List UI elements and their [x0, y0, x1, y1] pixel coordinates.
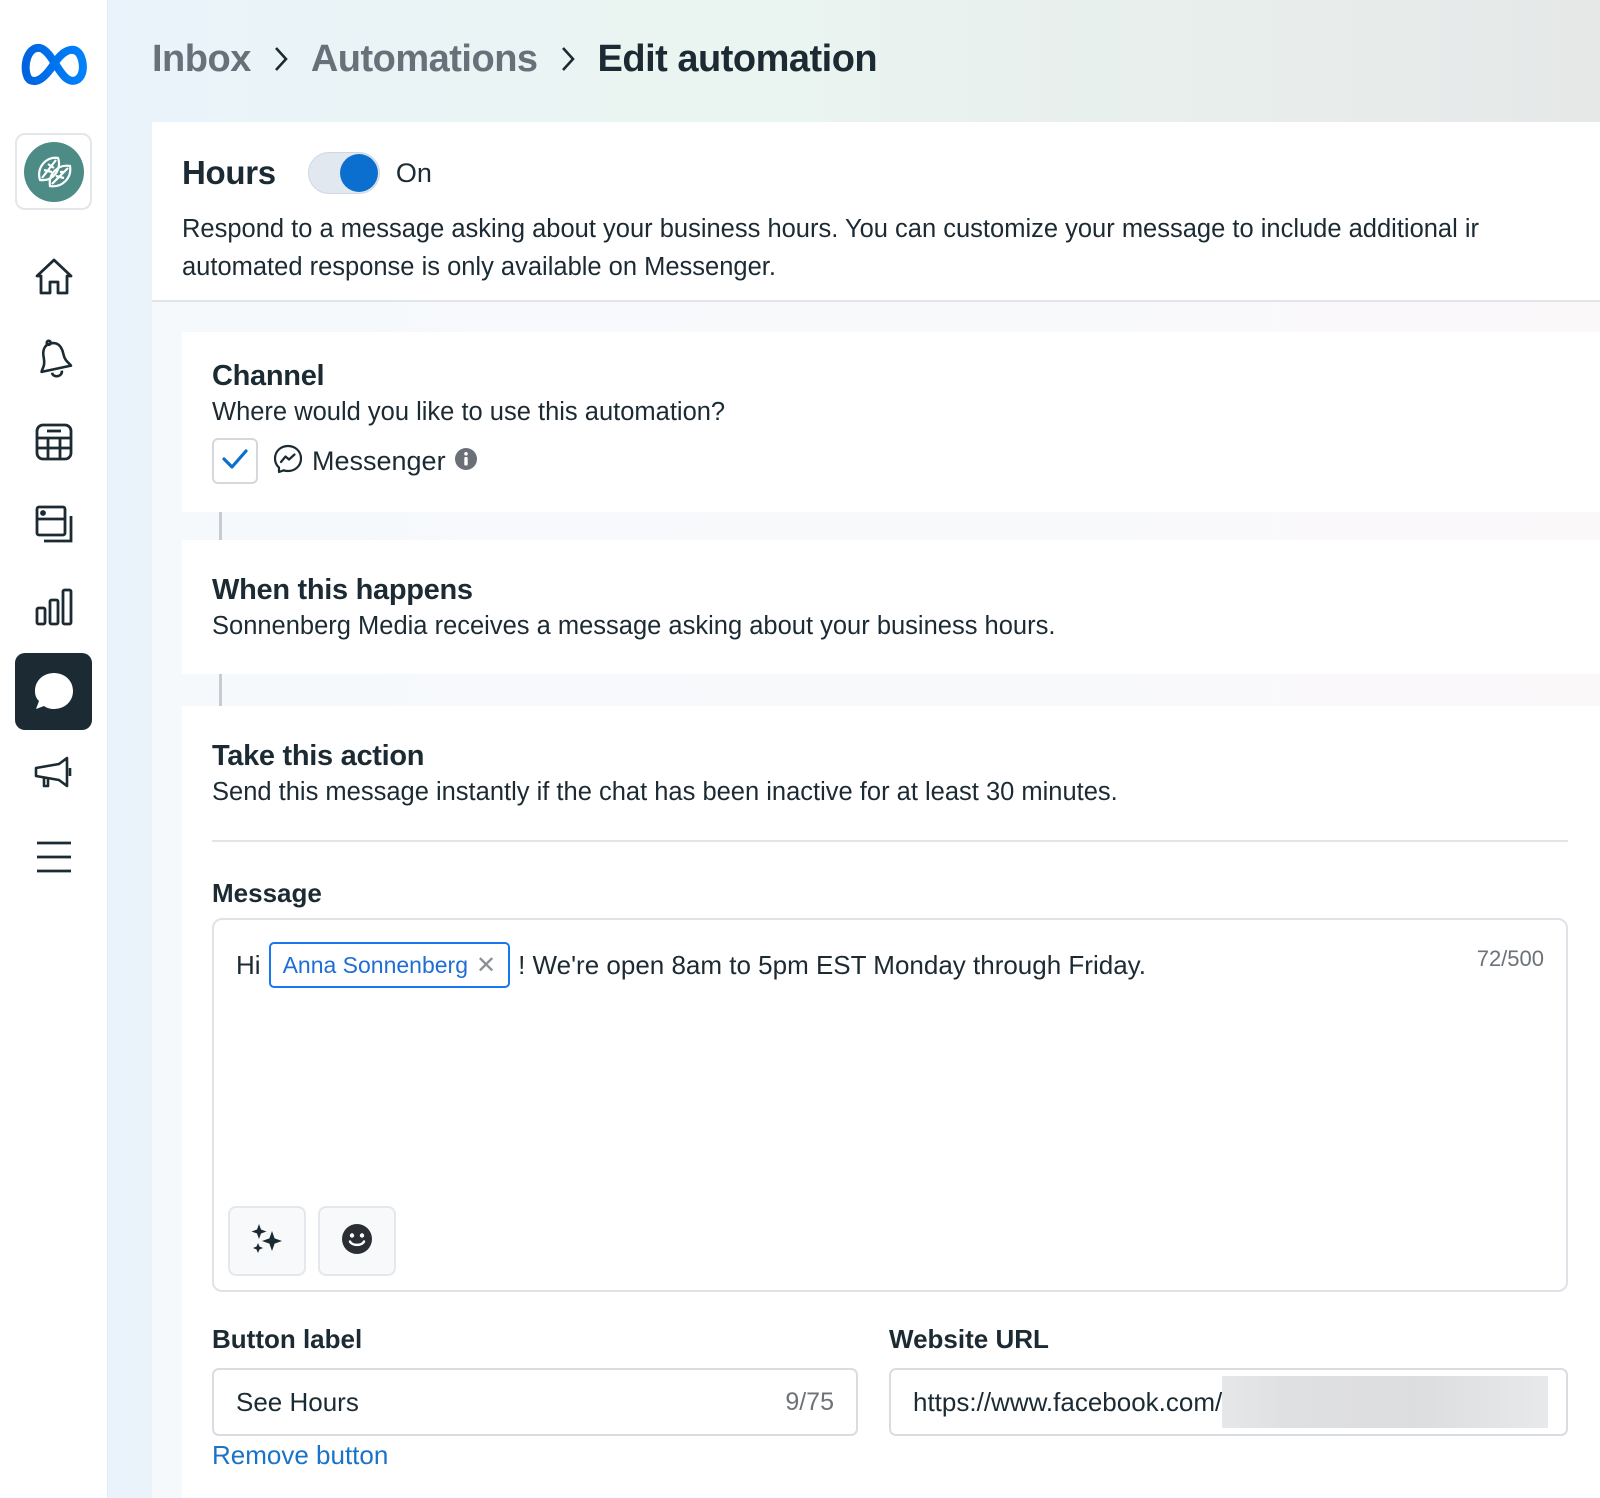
messenger-checkbox[interactable]	[212, 438, 258, 484]
token-label: Anna Sonnenberg	[282, 951, 468, 978]
sidebar-item-home[interactable]	[15, 238, 92, 315]
personalization-token[interactable]: Anna Sonnenberg ✕	[268, 942, 511, 988]
toggle-knob	[339, 154, 378, 192]
channel-section: Channel Where would you like to use this…	[182, 332, 1600, 512]
description-line-2: automated response is only available on …	[182, 253, 776, 281]
messenger-icon	[272, 443, 304, 480]
remove-button-link[interactable]: Remove button	[212, 1440, 388, 1471]
automation-toggle[interactable]	[307, 152, 380, 194]
button-label-value: See Hours	[236, 1386, 359, 1417]
action-title: Take this action	[212, 740, 425, 772]
trigger-subtitle: Sonnenberg Media receives a message aski…	[212, 612, 1056, 640]
automation-card: Hours On Respond to a message asking abo…	[152, 122, 1600, 1498]
trigger-title: When this happens	[212, 574, 473, 606]
channel-subtitle: Where would you like to use this automat…	[212, 398, 726, 426]
ai-sparkle-button[interactable]	[228, 1206, 306, 1276]
automation-description: Respond to a message asking about your b…	[182, 210, 1600, 286]
automation-header: Hours On	[182, 152, 432, 194]
message-body: ! We're open 8am to 5pm EST Monday throu…	[518, 949, 1146, 980]
automation-title: Hours	[182, 154, 276, 191]
button-label-input[interactable]: See Hours 9/75	[212, 1368, 858, 1436]
website-url-input[interactable]: https://www.facebook.com/	[889, 1368, 1568, 1436]
action-section: Take this action Send this message insta…	[182, 706, 1600, 1498]
page-avatar[interactable]	[15, 133, 92, 210]
chevron-right-icon	[273, 45, 289, 73]
button-label-title: Button label	[212, 1324, 363, 1354]
message-char-count: 72/500	[1476, 946, 1544, 971]
action-subtitle: Send this message instantly if the chat …	[212, 778, 1118, 806]
button-label-char-count: 9/75	[785, 1387, 834, 1416]
sidebar-item-content[interactable]	[15, 485, 92, 562]
message-editor[interactable]: Hi Anna Sonnenberg ✕ ! We're open 8am to…	[212, 918, 1568, 1292]
remove-token-icon[interactable]: ✕	[476, 951, 496, 980]
breadcrumb-inbox[interactable]: Inbox	[152, 38, 251, 81]
channel-option-messenger: Messenger	[212, 438, 478, 484]
website-url-value: https://www.facebook.com/	[913, 1386, 1223, 1417]
action-divider	[212, 840, 1568, 842]
sidebar-item-insights[interactable]	[15, 568, 92, 645]
home-icon	[33, 256, 75, 298]
sidebar-item-planner[interactable]	[15, 403, 92, 480]
checkmark-icon	[221, 448, 249, 475]
leaf-globe-icon	[23, 141, 84, 202]
calendar-grid-icon	[34, 422, 74, 462]
breadcrumb-edit-automation: Edit automation	[597, 37, 878, 80]
trigger-section: When this happens Sonnenberg Media recei…	[182, 540, 1600, 674]
meta-logo[interactable]	[20, 36, 90, 92]
sidebar-item-notifications[interactable]	[15, 320, 92, 397]
chevron-right-icon	[560, 45, 576, 73]
info-icon[interactable]	[454, 447, 478, 476]
smiley-icon	[341, 1223, 373, 1260]
toggle-status-label: On	[395, 157, 432, 188]
sidebar-item-inbox[interactable]	[15, 653, 92, 730]
sidebar-item-ads[interactable]	[15, 735, 92, 812]
content-pages-icon	[34, 504, 74, 544]
flow-connector	[219, 512, 222, 540]
sparkle-icon	[250, 1222, 284, 1261]
redacted-block	[1222, 1376, 1548, 1428]
message-label: Message	[212, 878, 322, 908]
website-url-title: Website URL	[889, 1324, 1049, 1354]
megaphone-icon	[33, 754, 75, 794]
emoji-button[interactable]	[318, 1206, 396, 1276]
messenger-label: Messenger	[312, 445, 446, 476]
bar-chart-icon	[34, 587, 74, 627]
message-prefix: Hi	[236, 949, 261, 980]
description-line-1: Respond to a message asking about your b…	[182, 215, 1480, 243]
hamburger-menu-icon	[35, 840, 73, 874]
bell-icon	[34, 338, 74, 380]
chat-bubble-icon	[32, 670, 76, 714]
flow-connector	[219, 674, 222, 706]
breadcrumb-automations[interactable]: Automations	[311, 38, 538, 81]
channel-title: Channel	[212, 360, 325, 392]
breadcrumb: Inbox Automations Edit automation	[152, 34, 878, 84]
message-content[interactable]: Hi Anna Sonnenberg ✕ ! We're open 8am to…	[236, 942, 1146, 988]
sidebar-item-menu[interactable]	[15, 818, 92, 895]
sidebar	[0, 0, 108, 1498]
